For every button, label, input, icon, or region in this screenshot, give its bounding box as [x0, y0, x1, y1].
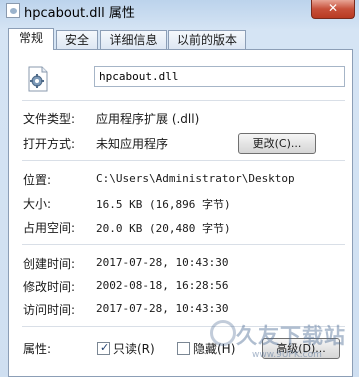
location-value: C:\Users\Administrator\Desktop	[96, 172, 295, 185]
accessed-value: 2017-07-28, 10:43:30	[96, 302, 229, 315]
check-icon: ✓	[100, 341, 110, 354]
modified-label: 修改时间:	[23, 280, 76, 294]
tab-previous-versions[interactable]: 以前的版本	[168, 30, 246, 49]
file-icon-small	[6, 3, 20, 18]
divider	[22, 160, 345, 161]
accessed-label: 访问时间:	[23, 303, 76, 317]
watermark-url: www.9UPK.com	[252, 350, 322, 360]
disk-size-label: 占用空间:	[23, 221, 76, 235]
size-label: 大小:	[23, 197, 52, 211]
modified-value: 2002-08-18, 16:28:56	[96, 279, 229, 292]
created-value: 2017-07-28, 10:43:30	[96, 256, 229, 269]
open-with-value: 未知应用程序	[96, 137, 169, 151]
divider	[22, 244, 345, 245]
hidden-checkbox[interactable]	[177, 342, 190, 355]
close-button[interactable]: ✕	[311, 0, 355, 19]
watermark-logo-icon	[210, 320, 236, 346]
attributes-label: 属性:	[23, 342, 52, 356]
properties-window: hpcabout.dll 属性 ✕ 常规 安全 详细信息 以前的版本 文件类型:…	[0, 0, 359, 377]
file-type-label: 文件类型:	[23, 112, 76, 126]
dll-gear-icon	[28, 66, 48, 92]
tab-bar: 常规 安全 详细信息 以前的版本	[8, 28, 353, 50]
tab-general[interactable]: 常规	[8, 28, 54, 50]
title-bar[interactable]: hpcabout.dll 属性 ✕	[0, 0, 359, 22]
change-button[interactable]: 更改(C)...	[238, 133, 316, 154]
window-title: hpcabout.dll 属性	[24, 6, 135, 21]
open-with-label: 打开方式:	[23, 137, 76, 151]
close-icon: ✕	[327, 1, 339, 15]
location-label: 位置:	[23, 173, 52, 187]
readonly-label[interactable]: 只读(R)	[113, 340, 155, 357]
readonly-checkbox[interactable]: ✓	[97, 341, 110, 355]
watermark-text: 久友下载站	[236, 324, 346, 348]
tab-details[interactable]: 详细信息	[100, 30, 167, 49]
disk-size-value: 20.0 KB (20,480 字节)	[96, 222, 231, 235]
site-watermark: 久友下载站 www.9UPK.com	[208, 318, 358, 366]
file-type-value: 应用程序扩展 (.dll)	[96, 112, 200, 126]
divider	[22, 100, 345, 101]
tab-security[interactable]: 安全	[56, 30, 98, 49]
size-value: 16.5 KB (16,896 字节)	[96, 198, 231, 211]
file-name-input[interactable]	[94, 66, 345, 87]
created-label: 创建时间:	[23, 257, 76, 271]
